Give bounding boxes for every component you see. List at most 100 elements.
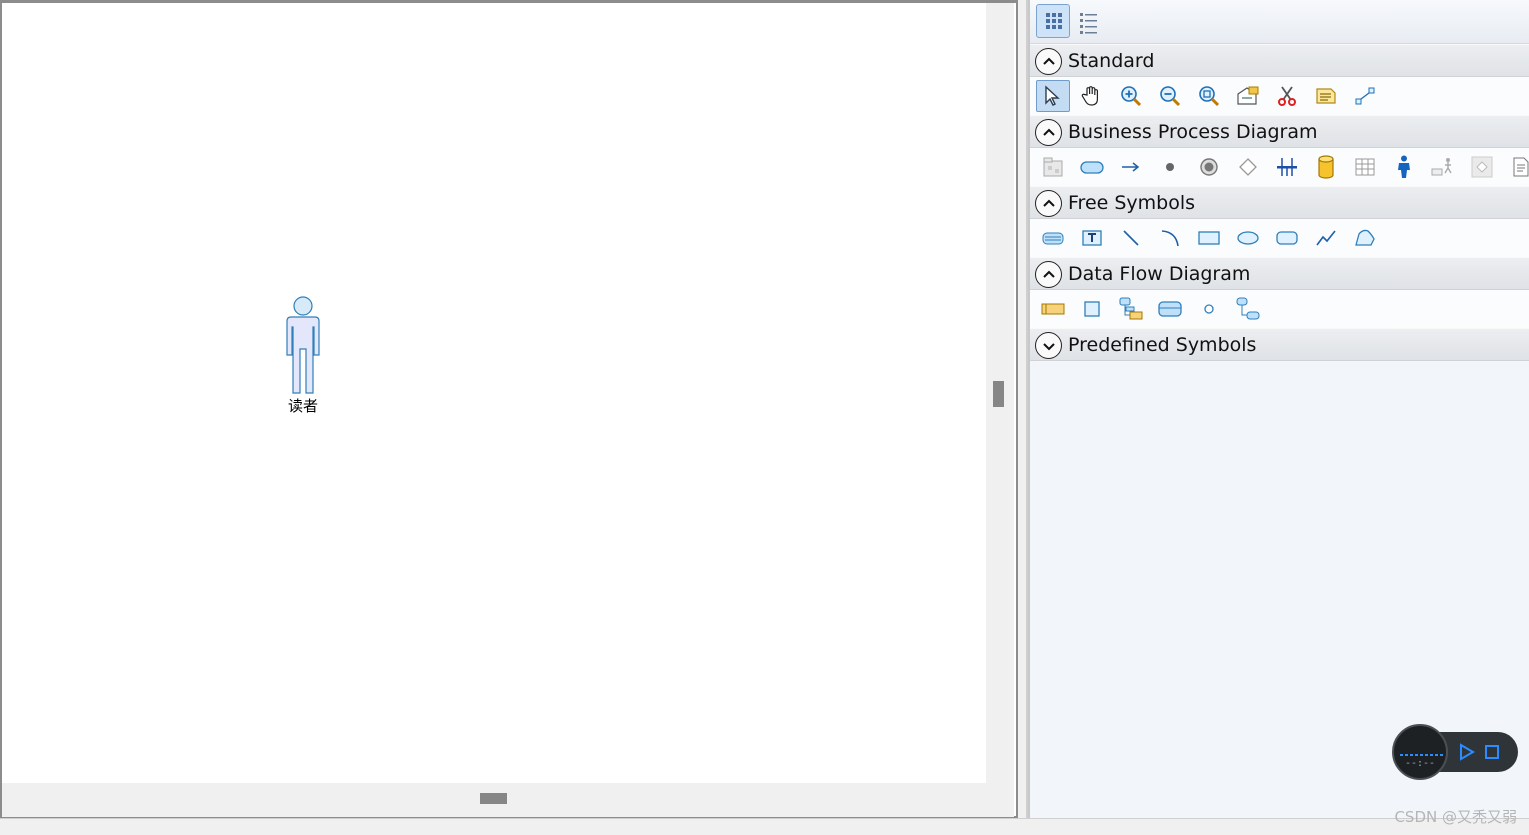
zoom-fit-tool[interactable] [1192,80,1226,112]
sync-tool[interactable] [1270,151,1304,183]
decision-tool[interactable] [1231,151,1265,183]
data-store-tool[interactable] [1036,293,1070,325]
sync-icon [1277,158,1297,176]
toolbox-panel: Standard Business Process Diagram Free S… [1028,0,1529,818]
note-tool[interactable] [1309,80,1343,112]
properties-icon [1237,86,1259,105]
grid-view-icon [1046,13,1062,29]
play-icon[interactable] [1458,743,1476,761]
decision-icon [1239,158,1257,176]
group-title: Predefined Symbols [1068,334,1257,356]
cut-tool[interactable] [1270,80,1304,112]
group-header-free-symbols[interactable]: Free Symbols [1030,186,1529,219]
ellipse-icon [1237,231,1259,245]
flow-tree-icon [1236,297,1260,320]
expand-chevron-icon[interactable] [1035,332,1062,359]
collapse-chevron-icon[interactable] [1035,48,1062,75]
group-header-standard[interactable]: Standard [1030,44,1529,77]
entity-tool[interactable] [1075,293,1109,325]
group-tools-business-process [1030,148,1529,186]
line-tool[interactable] [1114,222,1148,254]
diagram-canvas-frame: 读者 [0,0,1018,818]
line-icon [1123,230,1139,246]
free-shape-tool[interactable] [1348,222,1382,254]
package-tool[interactable] [1036,151,1070,183]
watermark: CSDN @又秃又弱 [1394,808,1517,826]
process-tree-icon [1119,297,1143,320]
group-title: Data Flow Diagram [1068,263,1251,285]
resource-icon [1318,155,1334,179]
end-icon [1200,158,1218,176]
message-icon [1431,158,1452,176]
polyline-tool[interactable] [1309,222,1343,254]
package-icon [1043,157,1063,177]
flow-tree-tool[interactable] [1231,293,1265,325]
part-icon [1471,156,1493,178]
document-icon [1513,157,1529,177]
rounded-rect-tool[interactable] [1270,222,1304,254]
pointer-tool[interactable] [1036,80,1070,112]
message-tool[interactable] [1426,151,1460,183]
entity-icon [1084,301,1100,317]
zoom-in-tool[interactable] [1114,80,1148,112]
rounded-rect-icon [1276,231,1298,245]
end-tool[interactable] [1192,151,1226,183]
process-icon [1080,161,1104,174]
vertical-scrollbar[interactable] [986,3,1014,783]
resource-tool[interactable] [1309,151,1343,183]
free-shape-icon [1355,229,1375,246]
storage-tool[interactable] [1153,293,1187,325]
split-icon [1204,304,1214,314]
hand-tool[interactable] [1075,80,1109,112]
grid-view-button[interactable] [1036,4,1070,38]
table-tool[interactable] [1348,151,1382,183]
ellipse-tool[interactable] [1231,222,1265,254]
hand-icon [1081,86,1098,106]
text-tool[interactable] [1075,222,1109,254]
document-tool[interactable] [1504,151,1529,183]
arc-tool[interactable] [1153,222,1187,254]
list-view-icon [1080,13,1097,34]
list-view-button[interactable] [1074,4,1108,38]
group-header-predefined-symbols[interactable]: Predefined Symbols [1030,328,1529,361]
zoom-out-tool[interactable] [1153,80,1187,112]
recorder-time: --:-- [1404,758,1436,769]
link-tool[interactable] [1348,80,1382,112]
collapse-chevron-icon[interactable] [1035,261,1062,288]
diagram-canvas[interactable]: 读者 [2,3,986,783]
part-tool[interactable] [1465,151,1499,183]
horizontal-scrollbar[interactable] [2,783,1014,817]
split-tool[interactable] [1192,293,1226,325]
group-title: Business Process Diagram [1068,121,1318,143]
title-tool[interactable] [1036,222,1070,254]
zoom-in-icon [1121,86,1142,107]
properties-tool[interactable] [1231,80,1265,112]
polyline-icon [1316,230,1336,246]
vertical-scroll-thumb[interactable] [993,381,1004,407]
pane-splitter[interactable] [1018,0,1028,818]
rectangle-tool[interactable] [1192,222,1226,254]
title-icon [1042,232,1064,245]
rectangle-icon [1198,231,1220,245]
group-header-business-process[interactable]: Business Process Diagram [1030,115,1529,148]
group-tools-standard [1030,77,1529,115]
group-title: Free Symbols [1068,192,1196,214]
screen-recorder-widget[interactable]: --:-- [1392,724,1518,780]
group-title: Standard [1068,50,1155,72]
actor-label[interactable]: 读者 [272,395,334,416]
text-icon [1082,230,1102,246]
process-tool[interactable] [1075,151,1109,183]
group-header-data-flow[interactable]: Data Flow Diagram [1030,257,1529,290]
role-icon [1398,155,1410,178]
collapse-chevron-icon[interactable] [1035,119,1062,146]
flow-tool[interactable] [1114,151,1148,183]
horizontal-scroll-thumb[interactable] [480,793,507,804]
group-tools-data-flow [1030,290,1529,328]
process-tree-tool[interactable] [1114,293,1148,325]
collapse-chevron-icon[interactable] [1035,190,1062,217]
group-tools-free-symbols [1030,219,1529,257]
stop-icon[interactable] [1484,744,1500,760]
start-tool[interactable] [1153,151,1187,183]
role-tool[interactable] [1387,151,1421,183]
actor-icon[interactable] [280,295,326,395]
